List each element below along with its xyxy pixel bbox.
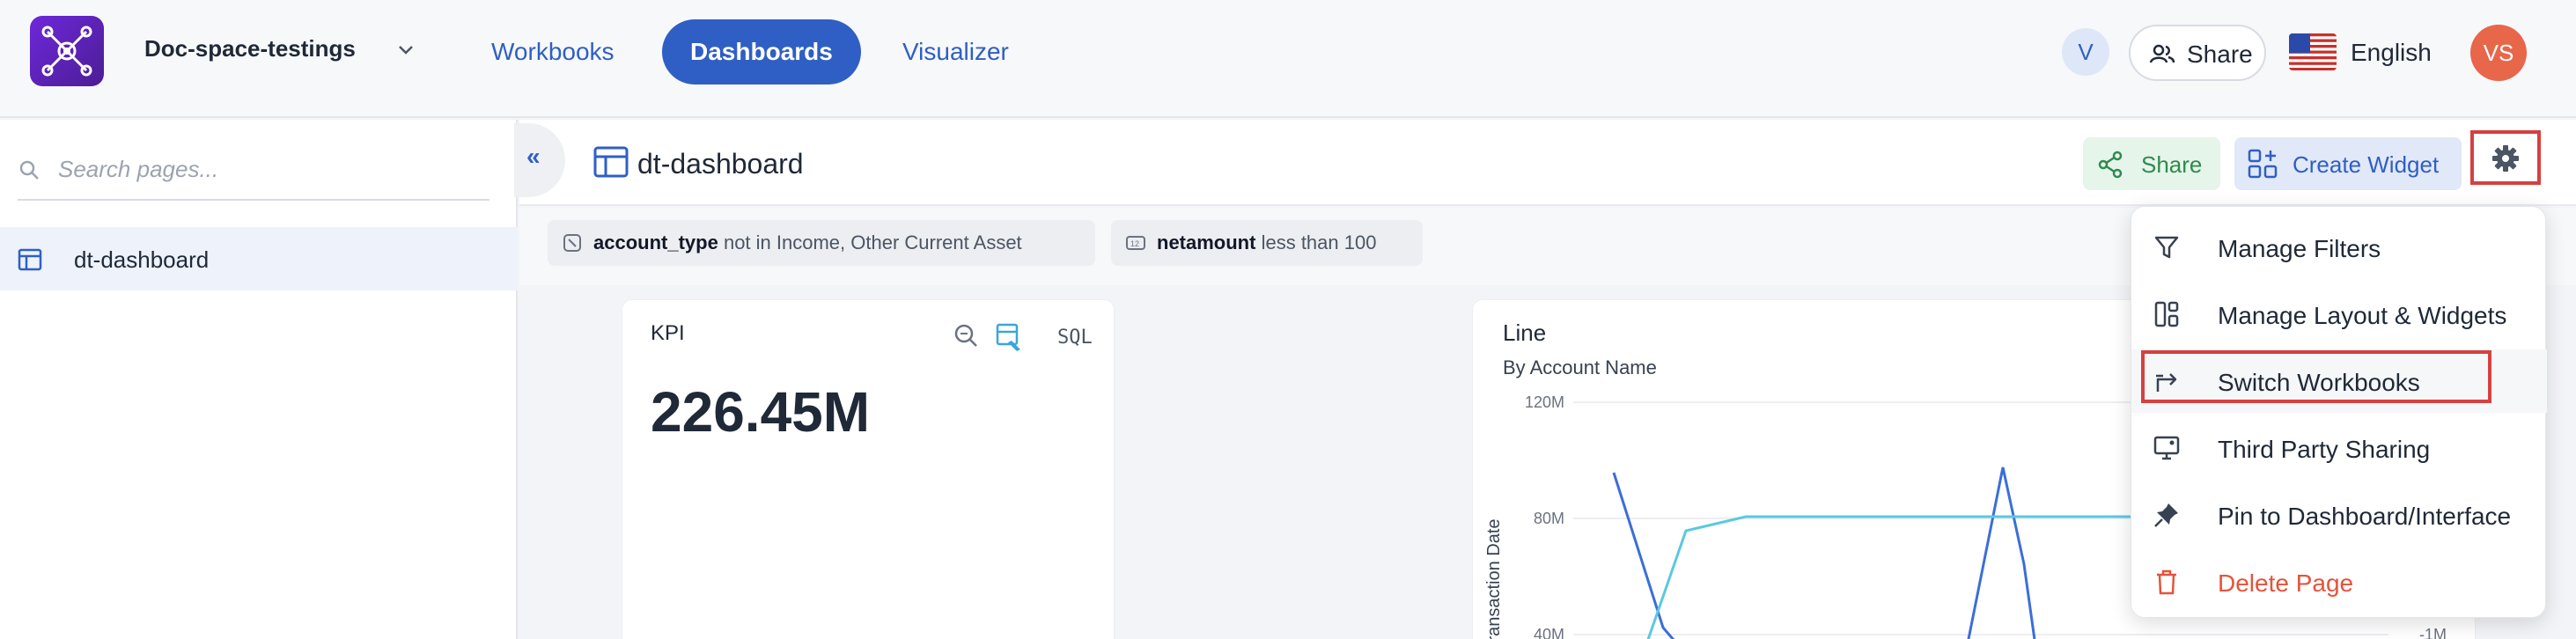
monitor-share-icon	[2153, 436, 2180, 460]
pages-sidebar: dt-dashboard	[0, 120, 518, 639]
menu-item-label: Pin to Dashboard/Interface	[2218, 503, 2512, 530]
zoom-icon[interactable]	[954, 324, 977, 347]
series-line-1b	[1967, 466, 2036, 639]
search-underline	[18, 199, 489, 201]
create-widget-button[interactable]: Create Widget	[2234, 137, 2462, 190]
pin-icon	[2154, 503, 2178, 527]
dashboard-layout-icon	[18, 248, 42, 271]
language-selector[interactable]: English	[2351, 39, 2432, 67]
share-label: Share	[2187, 40, 2253, 68]
y-axis-label: Transaction Date	[1484, 518, 1504, 639]
network-logo-icon	[41, 26, 92, 77]
sidebar-item-dt-dashboard[interactable]: dt-dashboard	[0, 227, 518, 290]
app-logo[interactable]	[30, 16, 104, 86]
kpi-widget[interactable]: KPI SQL 226.45M	[622, 299, 1115, 639]
highlight-box	[2141, 350, 2491, 403]
share-button[interactable]: Share	[2129, 25, 2266, 81]
sidebar-item-label: dt-dashboard	[74, 246, 210, 273]
search-icon	[19, 160, 39, 180]
share-nodes-icon	[2098, 151, 2123, 179]
us-flag-icon[interactable]	[2289, 33, 2337, 70]
avatar[interactable]: VS	[2470, 25, 2527, 81]
svg-text:12: 12	[1130, 239, 1139, 248]
menu-item-manage-layout[interactable]: Manage Layout & Widgets	[2131, 283, 2547, 346]
widget-toolbar	[954, 323, 1020, 351]
menu-item-pin-to-dashboard[interactable]: Pin to Dashboard/Interface	[2131, 483, 2547, 547]
nav-visualizer[interactable]: Visualizer	[874, 19, 1037, 84]
y-tick-label: 120M	[1525, 393, 1564, 411]
filter-icon	[2154, 236, 2179, 259]
gear-icon	[2492, 145, 2519, 172]
filter-condition: less than 100	[1261, 231, 1377, 253]
chevron-down-icon[interactable]	[394, 39, 417, 62]
filter-condition: not in Income, Other Current Asset	[723, 231, 1022, 253]
menu-item-label: Manage Layout & Widgets	[2218, 302, 2507, 329]
menu-item-delete-page[interactable]: Delete Page	[2131, 550, 2547, 613]
y-tick-label: 40M	[1534, 626, 1564, 639]
menu-item-manage-filters[interactable]: Manage Filters	[2131, 216, 2547, 279]
settings-button[interactable]	[2470, 130, 2541, 185]
menu-item-label: Manage Filters	[2218, 235, 2381, 262]
filter-chip-icon	[563, 234, 581, 252]
menu-item-label: Delete Page	[2218, 569, 2354, 597]
nav-workbooks[interactable]: Workbooks	[463, 19, 643, 84]
menu-item-label: Third Party Sharing	[2218, 436, 2431, 463]
right-tick-label: -1M	[2419, 626, 2447, 639]
edit-widget-icon[interactable]	[996, 323, 1020, 351]
share-dashboard-label: Share	[2141, 151, 2203, 178]
search-pages-input[interactable]	[58, 151, 481, 187]
filter-chip-netamount[interactable]: 12 netamount less than 100	[1111, 220, 1423, 266]
share-dashboard-button[interactable]: Share	[2083, 137, 2220, 190]
create-widget-label: Create Widget	[2293, 151, 2440, 178]
kpi-value: 226.45M	[651, 380, 871, 444]
settings-menu: Manage Filters Manage Layout & Widgets S…	[2131, 206, 2547, 618]
users-icon	[2149, 44, 2175, 63]
workspace-name[interactable]: Doc-space-testings	[144, 35, 356, 62]
dashboard-icon	[593, 146, 629, 178]
sql-button[interactable]: SQL	[1057, 327, 1093, 349]
layout-icon	[2154, 301, 2179, 327]
y-tick-label: 80M	[1534, 510, 1564, 527]
series-line-1	[1612, 472, 1675, 639]
page-title: dt-dashboard	[637, 148, 804, 180]
filter-field: netamount	[1157, 231, 1256, 253]
double-chevron-left-icon: «	[526, 143, 541, 170]
number-filter-icon: 12	[1126, 236, 1145, 250]
widget-title: KPI	[651, 321, 685, 345]
filter-chip-account-type[interactable]: account_type not in Income, Other Curren…	[548, 220, 1095, 266]
filter-field: account_type	[593, 231, 718, 253]
menu-item-third-party-sharing[interactable]: Third Party Sharing	[2131, 416, 2547, 480]
add-widget-icon	[2248, 149, 2278, 179]
nav-dashboards[interactable]: Dashboards	[662, 19, 861, 84]
trash-icon	[2157, 569, 2176, 595]
user-badge[interactable]: V	[2062, 28, 2109, 76]
top-bar: Doc-space-testings Workbooks Dashboards …	[0, 0, 2576, 118]
